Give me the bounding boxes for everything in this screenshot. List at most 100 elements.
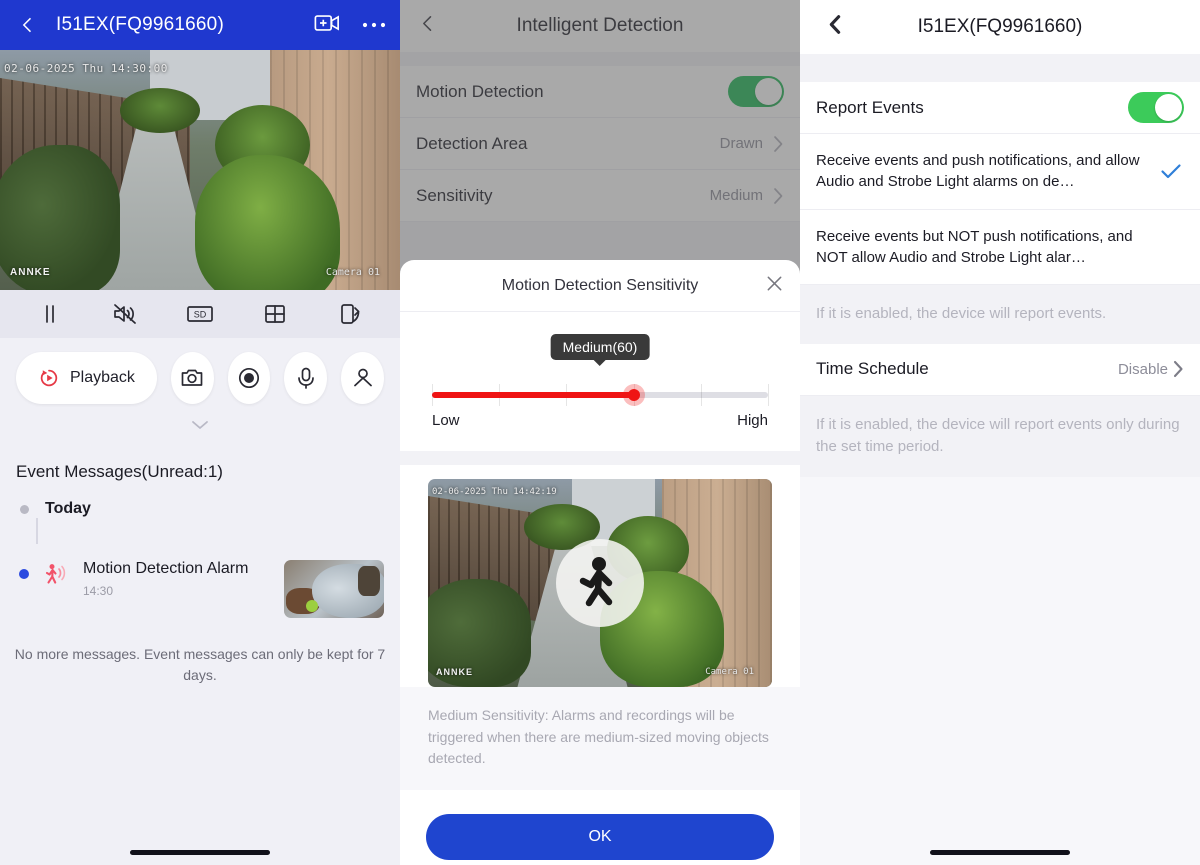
rotate-screen-button[interactable] xyxy=(330,297,370,331)
playback-icon xyxy=(40,369,58,387)
report-events-toggle[interactable] xyxy=(1128,92,1184,123)
close-icon xyxy=(767,276,782,290)
back-button[interactable] xyxy=(824,14,846,41)
row-label: Time Schedule xyxy=(816,359,929,379)
sheet-title: Motion Detection Sensitivity xyxy=(501,276,699,294)
mute-button[interactable] xyxy=(105,297,145,331)
section-gap xyxy=(800,54,1200,82)
playback-button[interactable]: Playback xyxy=(16,352,157,404)
chevron-right-icon xyxy=(1173,361,1183,378)
day-dot xyxy=(20,504,29,514)
sensitivity-preview-image: 02-06-2025 Thu 14:42:19 ANNKE Camera 01 xyxy=(428,479,772,687)
sd-quality-icon: SD xyxy=(187,306,213,322)
slider-thumb[interactable] xyxy=(622,384,645,406)
list-item[interactable]: Motion Detection Alarm 14:30 xyxy=(16,560,384,618)
row-control xyxy=(1128,92,1184,123)
home-indicator xyxy=(800,839,1200,865)
home-indicator xyxy=(0,839,400,865)
talk-button[interactable] xyxy=(284,352,328,404)
motion-alarm-icon xyxy=(41,560,71,588)
report-events-screen: I51EX(FQ9961660) Report Events Receive e… xyxy=(800,0,1200,865)
chevron-left-icon xyxy=(22,17,32,33)
sensitivity-slider-section: Medium(60) xyxy=(400,312,800,406)
time-schedule-note: If it is enabled, the device will report… xyxy=(800,395,1200,477)
page-title: I51EX(FQ9961660) xyxy=(917,16,1083,37)
action-row: Playback xyxy=(0,338,400,412)
svg-text:SD: SD xyxy=(194,310,207,320)
video-scene xyxy=(0,50,400,290)
sensitivity-description: Medium Sensitivity: Alarms and recording… xyxy=(400,687,800,791)
report-events-header: I51EX(FQ9961660) xyxy=(800,0,1200,54)
sensitivity-slider[interactable] xyxy=(432,384,769,406)
sheet-header: Motion Detection Sensitivity xyxy=(400,260,800,312)
slider-low-label: Low xyxy=(432,412,460,429)
intelligent-detection-screen: Intelligent Detection Motion Detection D… xyxy=(400,0,800,865)
ok-button[interactable]: OK xyxy=(426,814,774,861)
grid-four-icon xyxy=(265,305,286,323)
preview-brand-watermark: ANNKE xyxy=(436,667,474,677)
event-thumbnail[interactable] xyxy=(284,560,384,618)
expand-collapse-button[interactable] xyxy=(0,412,400,438)
live-view-screen: I51EX(FQ9961660) 02-06-2025 Thu 14:30:00… xyxy=(0,0,400,865)
slider-high-label: High xyxy=(737,412,768,429)
back-button[interactable] xyxy=(14,11,42,39)
video-timestamp: 02-06-2025 Thu 14:30:00 xyxy=(4,62,168,75)
timeline-line xyxy=(36,518,38,544)
playback-label: Playback xyxy=(70,369,135,386)
slider-value-bubble: Medium(60) xyxy=(550,334,650,360)
sensitivity-bottom-sheet: Motion Detection Sensitivity Medium(60) xyxy=(400,260,800,865)
chevron-down-icon xyxy=(192,421,208,429)
report-events-note: If it is enabled, the device will report… xyxy=(800,285,1200,344)
slider-fill xyxy=(432,392,634,398)
option-label: Receive events but NOT push notification… xyxy=(816,227,1133,266)
option-receive-and-push[interactable]: Receive events and push notifications, a… xyxy=(800,134,1200,210)
preview-timestamp: 02-06-2025 Thu 14:42:19 xyxy=(432,487,557,497)
more-options-button[interactable] xyxy=(362,16,386,34)
page-filler xyxy=(800,476,1200,865)
person-detect-button[interactable] xyxy=(341,352,384,404)
three-panel-screenshot: I51EX(FQ9961660) 02-06-2025 Thu 14:30:00… xyxy=(0,0,1200,865)
page-title: I51EX(FQ9961660) xyxy=(56,14,224,35)
stream-quality-button[interactable]: SD xyxy=(180,297,220,331)
person-detect-icon xyxy=(353,368,372,387)
event-list-footer: No more messages. Event messages can onl… xyxy=(14,646,386,683)
header-actions xyxy=(314,12,386,39)
video-brand-watermark: ANNKE xyxy=(10,267,51,278)
microphone-icon xyxy=(297,367,314,389)
pause-icon xyxy=(45,305,54,323)
pause-button[interactable] xyxy=(30,297,70,331)
event-day-label: Today xyxy=(45,500,91,517)
event-messages-list: Today Motion Detection Alarm 14:30 xyxy=(0,482,400,618)
close-button[interactable] xyxy=(765,274,784,298)
check-icon xyxy=(1158,162,1184,180)
chevron-left-icon xyxy=(829,15,841,34)
event-time: 14:30 xyxy=(83,584,114,598)
grid-view-button[interactable] xyxy=(255,297,295,331)
sheet-footer: OK xyxy=(400,790,800,861)
record-icon xyxy=(239,367,260,389)
row-value: Disable xyxy=(1117,360,1168,378)
speaker-mute-icon xyxy=(113,304,136,324)
unread-dot xyxy=(19,569,29,579)
live-view-header: I51EX(FQ9961660) xyxy=(0,0,400,50)
slider-end-labels: Low High xyxy=(400,398,800,429)
row-time-schedule[interactable]: Time Schedule Disable xyxy=(800,343,1200,396)
option-label: Receive events and push notifications, a… xyxy=(816,152,1140,191)
event-text: Motion Detection Alarm 14:30 xyxy=(83,560,272,598)
snapshot-button[interactable] xyxy=(170,352,214,404)
row-report-events[interactable]: Report Events xyxy=(800,82,1200,134)
live-video-feed[interactable]: 02-06-2025 Thu 14:30:00 ANNKE Camera 01 xyxy=(0,50,400,290)
camera-icon xyxy=(181,369,203,386)
row-label: Report Events xyxy=(816,97,924,117)
video-control-bar: SD xyxy=(0,290,400,338)
video-add-button[interactable] xyxy=(314,12,340,39)
record-button[interactable] xyxy=(227,352,271,404)
row-control: Disable xyxy=(1118,360,1184,378)
event-messages-title: Event Messages(Unread:1) xyxy=(16,462,223,481)
preview-camera-label: Camera 01 xyxy=(705,667,754,677)
video-add-icon xyxy=(314,14,339,31)
more-horizontal-icon xyxy=(362,22,386,28)
event-name: Motion Detection Alarm xyxy=(83,560,249,577)
preview-section: 02-06-2025 Thu 14:42:19 ANNKE Camera 01 xyxy=(400,465,800,687)
option-receive-no-push[interactable]: Receive events but NOT push notification… xyxy=(800,209,1200,286)
